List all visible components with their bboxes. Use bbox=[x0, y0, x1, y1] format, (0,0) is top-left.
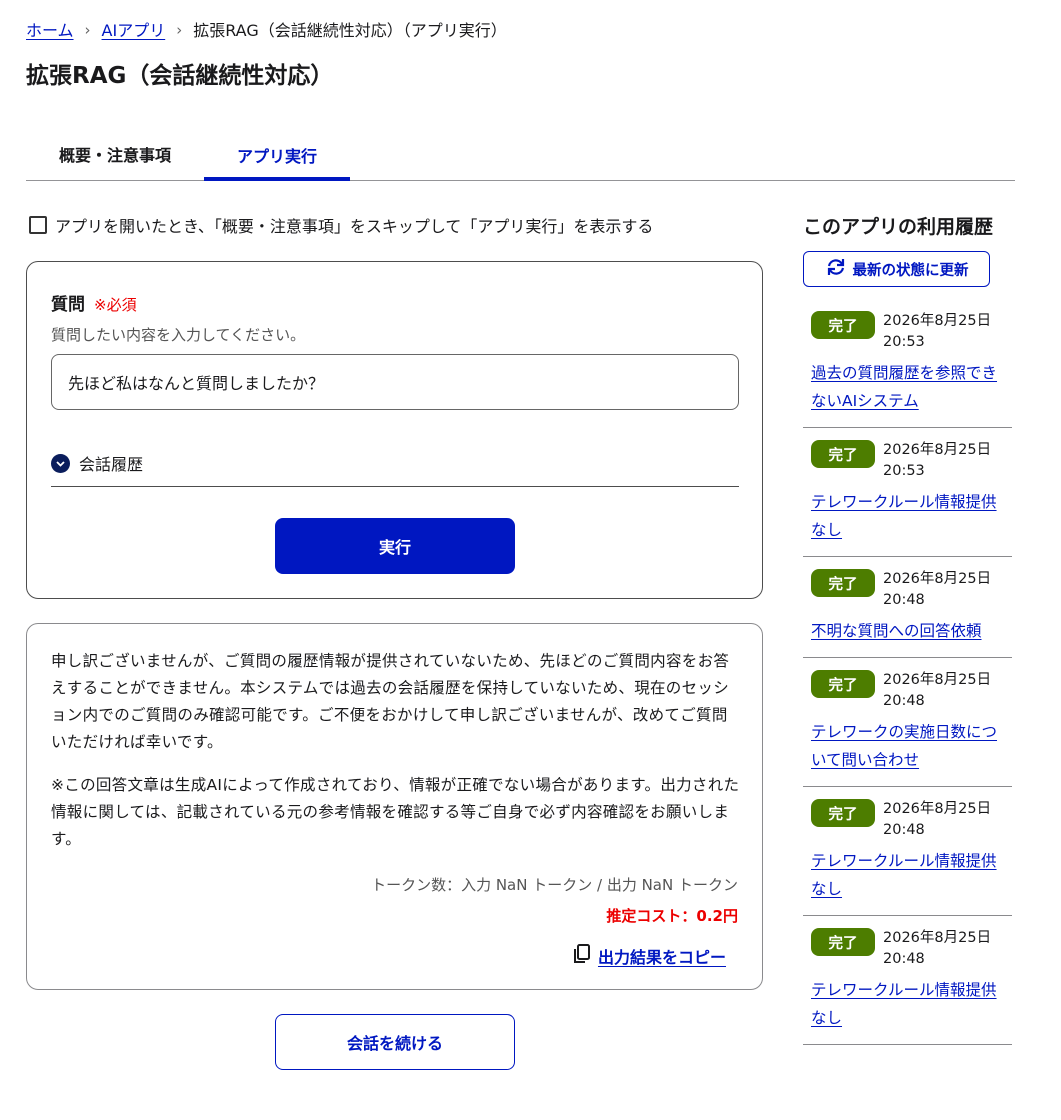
question-help-text: 質問したい内容を入力してください。 bbox=[51, 326, 306, 344]
ai-disclaimer-note: ※この回答文章は生成AIによって作成されており、情報が正確でない場合があります。… bbox=[51, 776, 740, 848]
question-input[interactable] bbox=[51, 354, 739, 410]
history-link[interactable]: 過去の質問履歴を参照できないAIシステム bbox=[811, 359, 1001, 415]
skip-overview-label: アプリを開いたとき、「概要・注意事項」をスキップして「アプリ実行」を表示する bbox=[55, 217, 654, 236]
status-badge: 完了 bbox=[811, 670, 875, 698]
history-link[interactable]: 不明な質問への回答依頼 bbox=[811, 617, 1001, 645]
refresh-label: 最新の状態に更新 bbox=[852, 262, 969, 279]
history-item: 完了 2026年8月25日 20:48 テレワークの実施日数について問い合わせ bbox=[803, 658, 1012, 787]
question-form: 質問 ※必須 質問したい内容を入力してください。 会話履歴 実行 bbox=[26, 261, 763, 599]
history-link[interactable]: テレワークルール情報提供なし bbox=[811, 847, 1001, 903]
run-button[interactable]: 実行 bbox=[275, 518, 515, 574]
page-title: 拡張RAG（会話継続性対応） bbox=[26, 63, 334, 89]
token-count: トークン数：入力 NaN トークン / 出力 NaN トークン bbox=[371, 876, 738, 894]
copy-icon bbox=[573, 944, 591, 968]
status-badge: 完了 bbox=[811, 569, 875, 597]
history-link[interactable]: テレワークルール情報提供なし bbox=[811, 976, 1001, 1032]
continue-conversation-button[interactable]: 会話を続ける bbox=[275, 1014, 515, 1070]
conversation-history-label: 会話履歴 bbox=[79, 455, 144, 474]
usage-history-title: このアプリの利用履歴 bbox=[803, 216, 994, 238]
estimated-cost: 推定コスト：0.2円 bbox=[606, 907, 738, 925]
history-item: 完了 2026年8月25日 20:48 不明な質問への回答依頼 bbox=[803, 557, 1012, 658]
skip-overview-checkbox[interactable] bbox=[29, 216, 47, 234]
history-date: 2026年8月25日 20:53 bbox=[883, 313, 992, 350]
refresh-button[interactable]: 最新の状態に更新 bbox=[803, 251, 990, 287]
copy-output-label: 出力結果をコピー bbox=[597, 948, 726, 967]
history-date: 2026年8月25日 20:53 bbox=[883, 442, 992, 479]
history-item: 完了 2026年8月25日 20:53 過去の質問履歴を参照できないAIシステム bbox=[803, 299, 1012, 428]
status-badge: 完了 bbox=[811, 311, 875, 339]
tab-overview[interactable]: 概要・注意事項 bbox=[26, 128, 204, 180]
answer-panel: 申し訳ございませんが、ご質問の履歴情報が提供されていないため、先ほどのご質問内容… bbox=[26, 623, 763, 990]
breadcrumb-current: 拡張RAG（会話継続性対応）（アプリ実行） bbox=[193, 21, 507, 40]
required-mark: ※必須 bbox=[94, 296, 137, 314]
question-label: 質問 bbox=[51, 295, 85, 315]
breadcrumb: ホーム › AIアプリ › 拡張RAG（会話継続性対応）（アプリ実行） bbox=[26, 16, 507, 42]
history-date: 2026年8月25日 20:48 bbox=[883, 571, 992, 608]
history-item: 完了 2026年8月25日 20:48 テレワークルール情報提供なし bbox=[803, 787, 1012, 916]
question-label-row: 質問 ※必須 bbox=[51, 290, 137, 315]
usage-history-list: 完了 2026年8月25日 20:53 過去の質問履歴を参照できないAIシステム … bbox=[803, 299, 1012, 1045]
conversation-history-toggle[interactable]: 会話履歴 bbox=[51, 451, 739, 487]
history-item: 完了 2026年8月25日 20:48 テレワークルール情報提供なし bbox=[803, 916, 1012, 1045]
refresh-icon bbox=[825, 258, 847, 280]
tab-bar: 概要・注意事項 アプリ実行 bbox=[26, 128, 1015, 181]
chevron-down-icon bbox=[51, 454, 70, 473]
tab-app-run[interactable]: アプリ実行 bbox=[204, 128, 350, 181]
status-badge: 完了 bbox=[811, 440, 875, 468]
answer-text: 申し訳ございませんが、ご質問の履歴情報が提供されていないため、先ほどのご質問内容… bbox=[51, 652, 730, 751]
copy-output-button[interactable]: 出力結果をコピー bbox=[573, 944, 726, 968]
breadcrumb-home-link[interactable]: ホーム bbox=[26, 17, 74, 41]
history-link[interactable]: テレワークの実施日数について問い合わせ bbox=[811, 718, 1001, 774]
breadcrumb-chevron-icon: › bbox=[84, 21, 91, 39]
status-badge: 完了 bbox=[811, 928, 875, 956]
breadcrumb-ai-apps-link[interactable]: AIアプリ bbox=[102, 17, 166, 41]
breadcrumb-chevron-icon: › bbox=[176, 21, 183, 39]
history-link[interactable]: テレワークルール情報提供なし bbox=[811, 488, 1001, 544]
history-date: 2026年8月25日 20:48 bbox=[883, 930, 992, 967]
history-date: 2026年8月25日 20:48 bbox=[883, 801, 992, 838]
skip-overview-option[interactable]: アプリを開いたとき、「概要・注意事項」をスキップして「アプリ実行」を表示する bbox=[29, 212, 653, 238]
history-item: 完了 2026年8月25日 20:53 テレワークルール情報提供なし bbox=[803, 428, 1012, 557]
status-badge: 完了 bbox=[811, 799, 875, 827]
history-date: 2026年8月25日 20:48 bbox=[883, 672, 992, 709]
